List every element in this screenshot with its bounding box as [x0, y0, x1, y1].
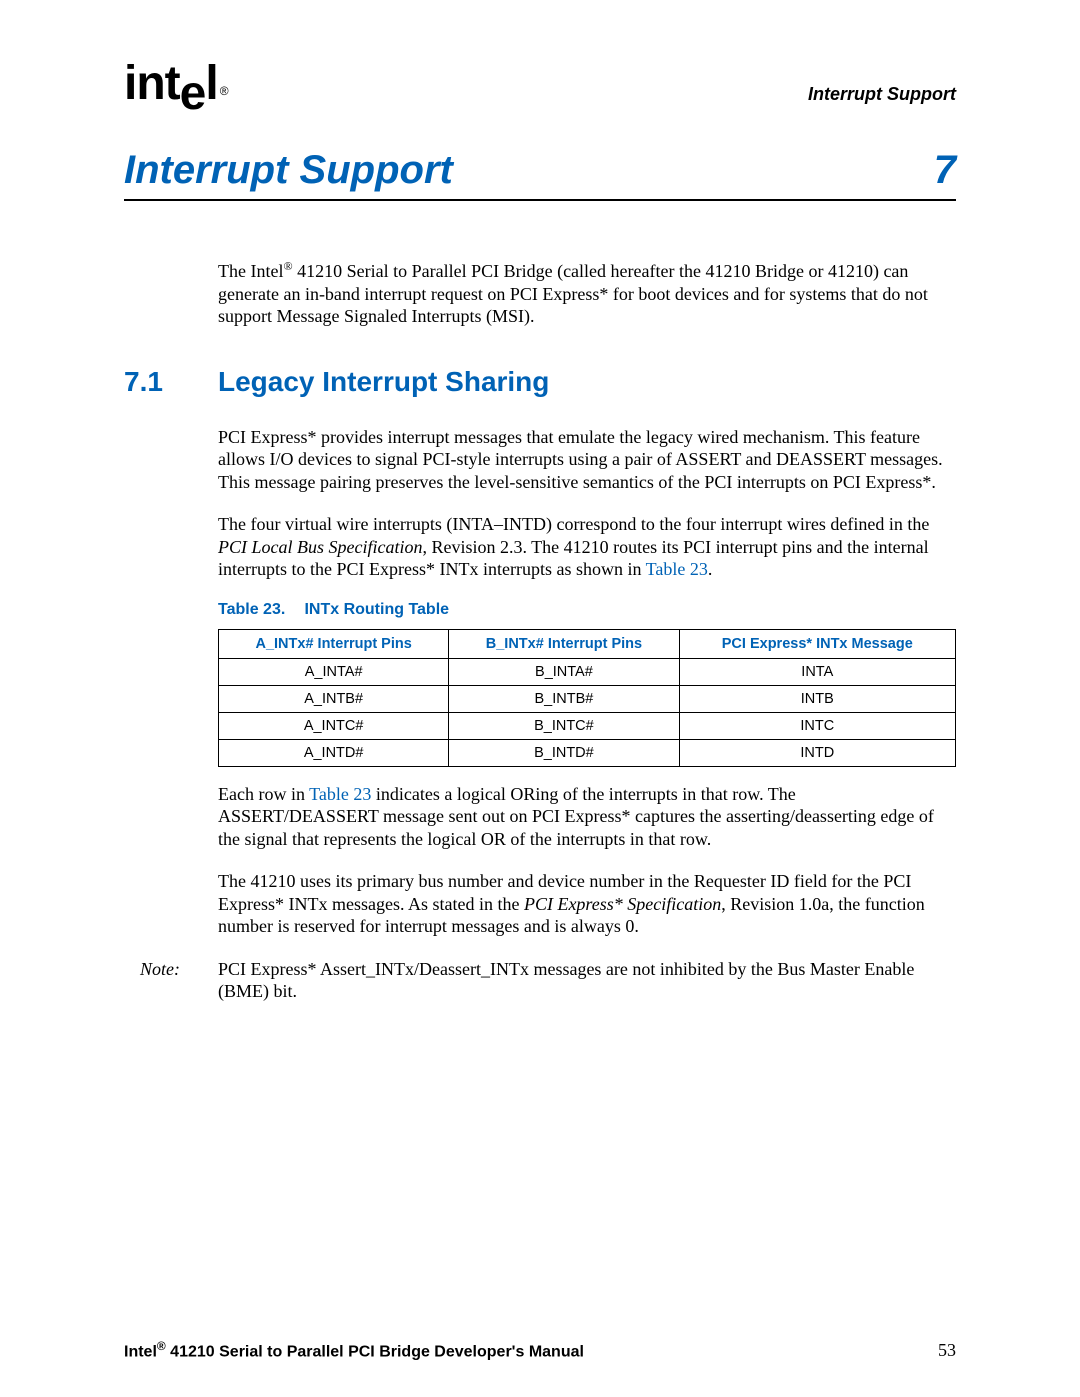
table-header-a: A_INTx# Interrupt Pins: [219, 629, 449, 658]
table-cell: B_INTC#: [449, 712, 679, 739]
table-header-row: A_INTx# Interrupt Pins B_INTx# Interrupt…: [219, 629, 956, 658]
table-row: A_INTA# B_INTA# INTA: [219, 658, 956, 685]
page-footer: Intel® 41210 Serial to Parallel PCI Brid…: [124, 1339, 956, 1361]
note-block: Note: PCI Express* Assert_INTx/Deassert_…: [124, 958, 956, 1003]
table-23-link-2[interactable]: Table 23: [309, 784, 371, 804]
registered-mark: ®: [283, 259, 292, 273]
table-cell: INTD: [679, 739, 955, 766]
table-cell: A_INTD#: [219, 739, 449, 766]
logo-text-a: int: [124, 57, 180, 110]
page-header: intel® Interrupt Support: [124, 60, 956, 108]
intro-text-b: 41210 Serial to Parallel PCI Bridge (cal…: [218, 261, 928, 326]
section-paragraph-1: PCI Express* provides interrupt messages…: [218, 426, 956, 494]
table-cell: INTC: [679, 712, 955, 739]
table-row: A_INTD# B_INTD# INTD: [219, 739, 956, 766]
table-caption-title: INTx Routing Table: [304, 601, 449, 618]
note-label: Note:: [124, 958, 180, 1003]
page-number: 53: [938, 1340, 956, 1361]
logo-text-b: e: [180, 67, 206, 120]
p2-text-c: .: [708, 559, 713, 579]
after-table-paragraph-2: The 41210 uses its primary bus number an…: [218, 870, 956, 938]
section-title: Legacy Interrupt Sharing: [218, 366, 549, 398]
footer-left-b: 41210 Serial to Parallel PCI Bridge Deve…: [166, 1343, 584, 1360]
table-cell: A_INTB#: [219, 685, 449, 712]
intro-paragraph: The Intel® 41210 Serial to Parallel PCI …: [218, 259, 956, 328]
footer-registered: ®: [157, 1339, 166, 1353]
note-body: PCI Express* Assert_INTx/Deassert_INTx m…: [218, 958, 956, 1003]
table-cell: A_INTC#: [219, 712, 449, 739]
table-cell: B_INTD#: [449, 739, 679, 766]
table-row: A_INTB# B_INTB# INTB: [219, 685, 956, 712]
chapter-number: 7: [934, 148, 956, 193]
table-cell: B_INTB#: [449, 685, 679, 712]
after-p1-a: Each row in: [218, 784, 309, 804]
table-row: A_INTC# B_INTC# INTC: [219, 712, 956, 739]
table-caption: Table 23. INTx Routing Table: [218, 601, 956, 619]
table-cell: INTA: [679, 658, 955, 685]
section-number: 7.1: [124, 366, 218, 398]
header-section-title: Interrupt Support: [808, 84, 956, 105]
section-heading: 7.1 Legacy Interrupt Sharing: [124, 366, 956, 398]
section-paragraph-2: The four virtual wire interrupts (INTA–I…: [218, 513, 956, 581]
intel-logo: intel®: [124, 60, 226, 108]
intx-routing-table: A_INTx# Interrupt Pins B_INTx# Interrupt…: [218, 629, 956, 767]
table-cell: A_INTA#: [219, 658, 449, 685]
chapter-title: Interrupt Support: [124, 148, 453, 193]
table-cell: INTB: [679, 685, 955, 712]
footer-left-a: Intel: [124, 1343, 157, 1360]
table-header-b: B_INTx# Interrupt Pins: [449, 629, 679, 658]
p2-italic-ref: PCI Local Bus Specification: [218, 537, 422, 557]
logo-registered: ®: [220, 84, 228, 98]
after-p2-italic: PCI Express* Specification: [524, 894, 721, 914]
table-23-link[interactable]: Table 23: [646, 559, 708, 579]
logo-text-c: l: [205, 57, 217, 110]
table-caption-label: Table 23.: [218, 601, 300, 619]
after-table-paragraph-1: Each row in Table 23 indicates a logical…: [218, 783, 956, 851]
table-header-c: PCI Express* INTx Message: [679, 629, 955, 658]
p2-text-a: The four virtual wire interrupts (INTA–I…: [218, 514, 929, 534]
table-cell: B_INTA#: [449, 658, 679, 685]
footer-manual-title: Intel® 41210 Serial to Parallel PCI Brid…: [124, 1339, 584, 1361]
intro-text-a: The Intel: [218, 261, 283, 281]
chapter-heading: Interrupt Support 7: [124, 148, 956, 201]
